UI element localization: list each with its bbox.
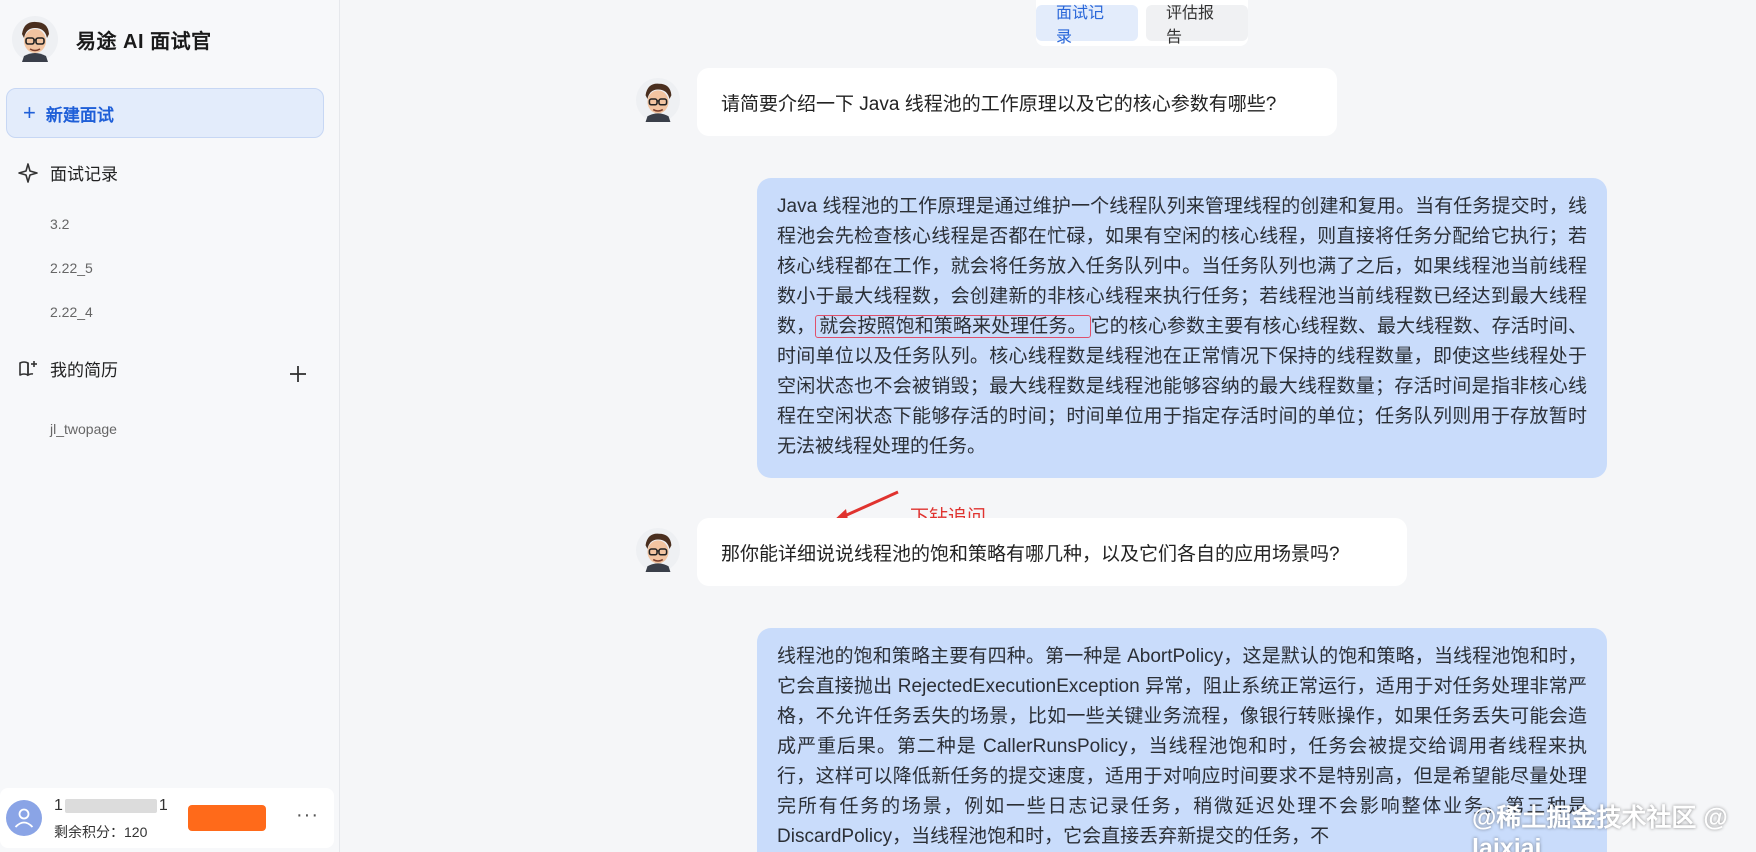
question-bubble: 那你能详细说说线程池的饱和策略有哪几种，以及它们各自的应用场景吗? — [697, 518, 1407, 586]
ai-avatar — [636, 78, 680, 122]
sidebar: 易途 AI 面试官 + 新建面试 面试记录 3.2 2.22_5 2.22_4 … — [0, 0, 340, 852]
add-resume-plus-icon[interactable] — [286, 362, 310, 386]
phone-suffix: 1 — [158, 797, 168, 814]
watermark: @稀土掘金技术社区 @ laixiai — [1472, 804, 1728, 852]
book-icon — [19, 360, 37, 376]
sidebar-section-records[interactable]: 面试记录 — [18, 160, 118, 185]
upgrade-button[interactable] — [188, 805, 266, 831]
sidebar-item-resume[interactable]: jl_twopage — [50, 421, 117, 437]
phone-mask — [64, 798, 157, 813]
phone-prefix: 1 — [54, 797, 63, 814]
brand-title: 易途 AI 面试官 — [76, 30, 212, 53]
chat-area: 面试记录 评估报告 请简要介绍一下 Java 线程池的工作原理以及它的核心参数有… — [340, 0, 1756, 852]
brand: 易途 AI 面试官 — [12, 16, 212, 62]
user-points: 剩余积分：120 — [54, 822, 147, 842]
answer-bubble: Java 线程池的工作原理是通过维护一个线程队列来管理线程的创建和复用。当有任务… — [757, 178, 1607, 478]
tab-evaluation-report[interactable]: 评估报告 — [1146, 5, 1248, 46]
user-icon — [14, 808, 34, 828]
tab-bar: 面试记录 评估报告 — [1036, 0, 1248, 46]
ai-avatar-logo — [12, 16, 58, 62]
sparkle-icon — [18, 162, 38, 183]
tab-interview-record[interactable]: 面试记录 — [1036, 5, 1138, 46]
plus-icon: + — [23, 100, 36, 125]
sidebar-item-record[interactable]: 2.22_4 — [50, 304, 93, 320]
question-bubble: 请简要介绍一下 Java 线程池的工作原理以及它的核心参数有哪些? — [697, 68, 1337, 136]
new-interview-button[interactable]: + 新建面试 — [6, 88, 324, 138]
resume-label: 我的简历 — [50, 361, 118, 380]
sidebar-item-record[interactable]: 3.2 — [50, 216, 69, 232]
user-card: 11 剩余积分：120 ··· — [0, 788, 334, 848]
ai-avatar — [636, 528, 680, 572]
more-button[interactable]: ··· — [296, 804, 319, 827]
user-phone: 11 — [54, 797, 168, 815]
sidebar-section-resume[interactable]: 我的简历 — [18, 356, 118, 381]
sidebar-item-record[interactable]: 2.22_5 — [50, 260, 93, 276]
new-interview-label: 新建面试 — [45, 105, 114, 125]
points-label: 剩余积分： — [54, 824, 124, 840]
app-root: 易途 AI 面试官 + 新建面试 面试记录 3.2 2.22_5 2.22_4 … — [0, 0, 1756, 852]
points-value: 120 — [124, 824, 148, 840]
user-avatar[interactable] — [6, 800, 42, 836]
highlighted-text: 就会按照饱和策略来处理任务。 — [815, 315, 1091, 338]
records-label: 面试记录 — [50, 165, 118, 184]
